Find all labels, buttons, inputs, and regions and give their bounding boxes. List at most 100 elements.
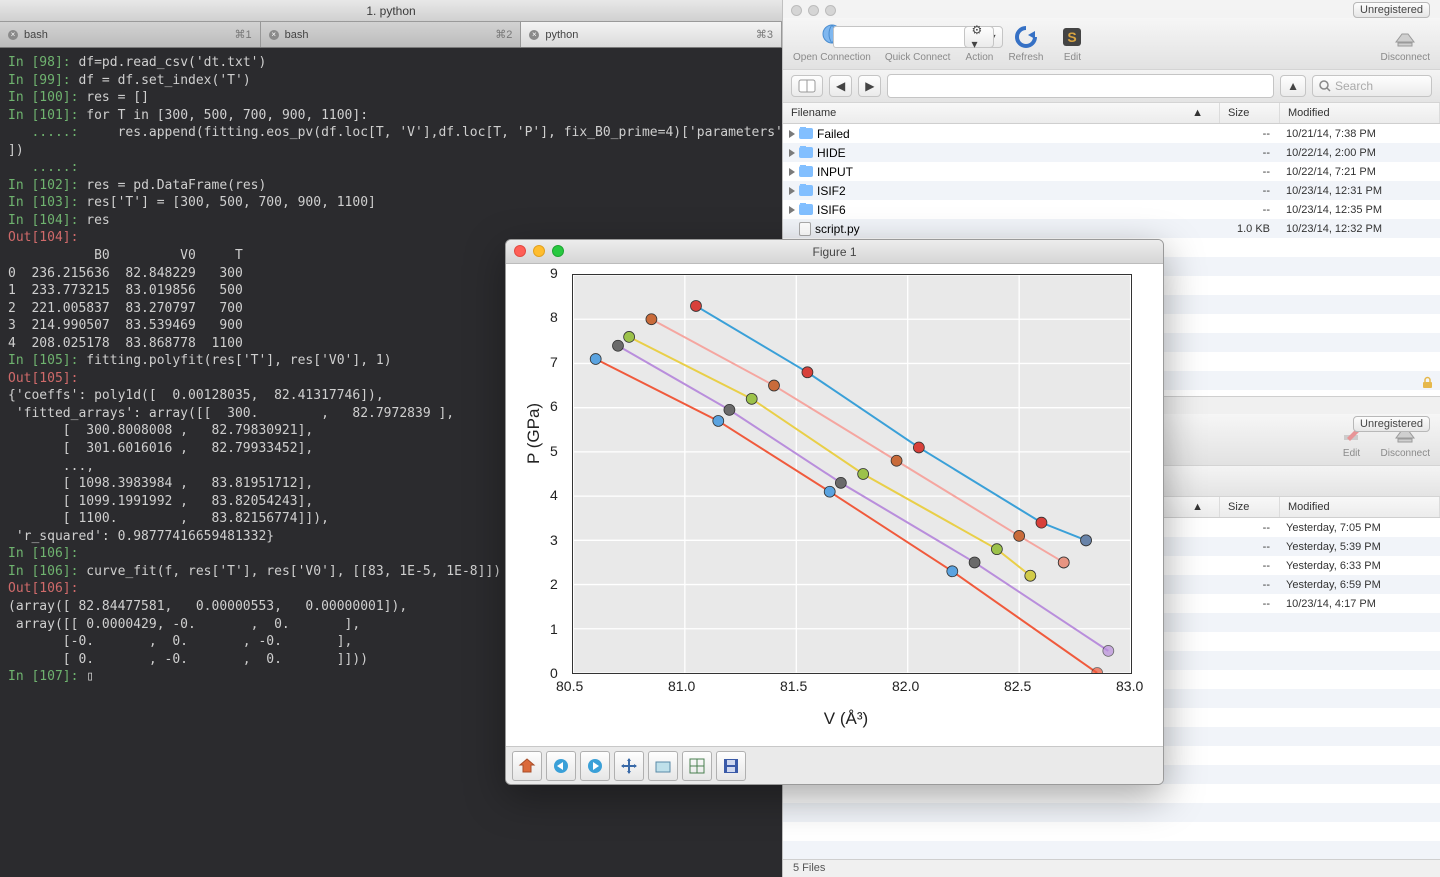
fb-column-headers[interactable]: Filename▲ Size Modified <box>783 103 1440 124</box>
figure-traffic-lights[interactable] <box>514 245 564 257</box>
folder-icon <box>799 147 813 158</box>
up-button[interactable]: ▲ <box>1280 75 1306 97</box>
table-row[interactable]: script.py1.0 KB10/23/14, 12:32 PM <box>783 219 1440 238</box>
x-tick-label: 81.0 <box>668 678 695 694</box>
fb-toolbar: + Open Connection ▾ Quick Connect ⚙ ▾ Ac… <box>783 18 1440 69</box>
folder-icon <box>799 166 813 177</box>
col-filename[interactable]: Filename▲ <box>783 103 1220 123</box>
y-axis-label: P (GPa) <box>524 403 544 464</box>
action-label: Action <box>966 52 994 63</box>
fullscreen-icon[interactable] <box>552 245 564 257</box>
terminal-tab[interactable]: × python ⌘3 <box>521 22 782 47</box>
sort-asc-icon: ▲ <box>1192 107 1203 119</box>
figure-title: Figure 1 <box>812 245 856 259</box>
matplotlib-window: Figure 1 P (GPa) V (Å³) 012345678980.581… <box>505 239 1164 785</box>
quick-connect[interactable]: ▾ Quick Connect <box>885 22 951 63</box>
open-connection-label: Open Connection <box>793 52 871 63</box>
table-row[interactable]: INPUT --10/22/14, 7:21 PM <box>783 162 1440 181</box>
fb2-footer: 5 Files <box>783 859 1440 877</box>
file-size: -- <box>1220 185 1280 197</box>
file-modified: 10/23/14, 4:17 PM <box>1280 598 1440 610</box>
close-icon[interactable]: × <box>8 30 18 40</box>
file-name: Failed <box>817 127 850 141</box>
chevron-right-icon[interactable] <box>789 149 795 157</box>
fb2-disconnect-label: Disconnect <box>1381 448 1430 459</box>
file-modified: 10/22/14, 7:21 PM <box>1280 166 1440 178</box>
close-icon[interactable]: × <box>529 30 539 40</box>
terminal-tab[interactable]: ×bash⌘1 <box>0 22 261 47</box>
back-arrow-button[interactable] <box>546 751 576 781</box>
quick-connect-input[interactable] <box>833 26 983 48</box>
tab-shortcut: ⌘1 <box>235 28 252 41</box>
terminal-tab[interactable]: × bash ⌘2 <box>261 22 522 47</box>
search-icon <box>1319 80 1331 92</box>
save-button[interactable] <box>716 751 746 781</box>
y-tick-label: 1 <box>550 621 558 637</box>
y-tick-label: 9 <box>550 265 558 281</box>
fb2-col-size[interactable]: Size <box>1220 497 1280 517</box>
traffic-lights[interactable] <box>783 0 1440 18</box>
chart-svg <box>573 275 1131 673</box>
zoom-button[interactable] <box>648 751 678 781</box>
svg-text:S: S <box>1068 29 1077 45</box>
bookmark-button[interactable] <box>791 75 823 97</box>
table-row[interactable]: ISIF2--10/23/14, 12:31 PM <box>783 181 1440 200</box>
edit-button[interactable]: S Edit <box>1057 22 1087 63</box>
file-name: INPUT <box>817 165 853 179</box>
terminal-title: 1. python <box>0 0 782 22</box>
close-icon[interactable] <box>514 245 526 257</box>
y-tick-label: 6 <box>550 398 558 414</box>
file-modified: 10/22/14, 2:00 PM <box>1280 147 1440 159</box>
figure-title-bar[interactable]: Figure 1 <box>506 240 1163 264</box>
path-field[interactable] <box>887 74 1274 98</box>
tab-shortcut: ⌘3 <box>756 28 773 41</box>
disconnect-button[interactable]: Disconnect <box>1381 22 1430 63</box>
file-size: -- <box>1220 560 1280 572</box>
terminal-tabs: ×bash⌘1×bash⌘2×python⌘3 <box>0 22 782 48</box>
tab-label: python <box>545 29 578 41</box>
chevron-right-icon[interactable] <box>789 168 795 176</box>
file-size: -- <box>1220 579 1280 591</box>
fb-navbar: ◀ ▶ ▲ Search <box>783 69 1440 103</box>
subplots-button[interactable] <box>682 751 712 781</box>
col-size[interactable]: Size <box>1220 103 1280 123</box>
file-size: -- <box>1220 541 1280 553</box>
disconnect-label: Disconnect <box>1381 52 1430 63</box>
search-placeholder: Search <box>1335 79 1373 93</box>
file-size: -- <box>1220 147 1280 159</box>
col-modified[interactable]: Modified <box>1280 103 1440 123</box>
action-button[interactable]: ⚙ ▾ Action <box>964 22 994 63</box>
tab-label: bash <box>285 29 309 41</box>
y-tick-label: 7 <box>550 354 558 370</box>
close-icon[interactable]: × <box>269 30 279 40</box>
chevron-right-icon[interactable] <box>789 130 795 138</box>
file-size: -- <box>1220 166 1280 178</box>
file-name: HIDE <box>817 146 846 160</box>
table-row[interactable]: HIDE --10/22/14, 2:00 PM <box>783 143 1440 162</box>
chevron-right-icon[interactable] <box>789 187 795 195</box>
file-modified: 10/23/14, 12:35 PM <box>1280 204 1440 216</box>
y-tick-label: 5 <box>550 443 558 459</box>
pan-button[interactable] <box>614 751 644 781</box>
chevron-right-icon[interactable] <box>789 206 795 214</box>
home-button[interactable] <box>512 751 542 781</box>
figure-canvas[interactable]: P (GPa) V (Å³) 012345678980.581.081.582.… <box>506 264 1163 746</box>
forward-arrow-button[interactable] <box>580 751 610 781</box>
forward-button[interactable]: ▶ <box>858 75 881 97</box>
quick-connect-label: Quick Connect <box>885 52 951 63</box>
minimize-icon[interactable] <box>533 245 545 257</box>
file-modified: Yesterday, 6:33 PM <box>1280 560 1440 572</box>
folder-icon <box>799 128 813 139</box>
table-row[interactable]: ISIF6--10/23/14, 12:35 PM <box>783 200 1440 219</box>
table-row[interactable]: Failed--10/21/14, 7:38 PM <box>783 124 1440 143</box>
file-modified: Yesterday, 6:59 PM <box>1280 579 1440 591</box>
fb2-edit-label: Edit <box>1343 448 1360 459</box>
back-button[interactable]: ◀ <box>829 75 852 97</box>
search-box[interactable]: Search <box>1312 75 1432 97</box>
x-tick-label: 83.0 <box>1116 678 1143 694</box>
fb2-col-modified[interactable]: Modified <box>1280 497 1440 517</box>
unregistered-badge-2: Unregistered <box>1353 416 1430 432</box>
file-modified: 10/23/14, 12:32 PM <box>1280 223 1440 235</box>
tab-shortcut: ⌘2 <box>495 28 512 41</box>
refresh-button[interactable]: Refresh <box>1008 22 1043 63</box>
